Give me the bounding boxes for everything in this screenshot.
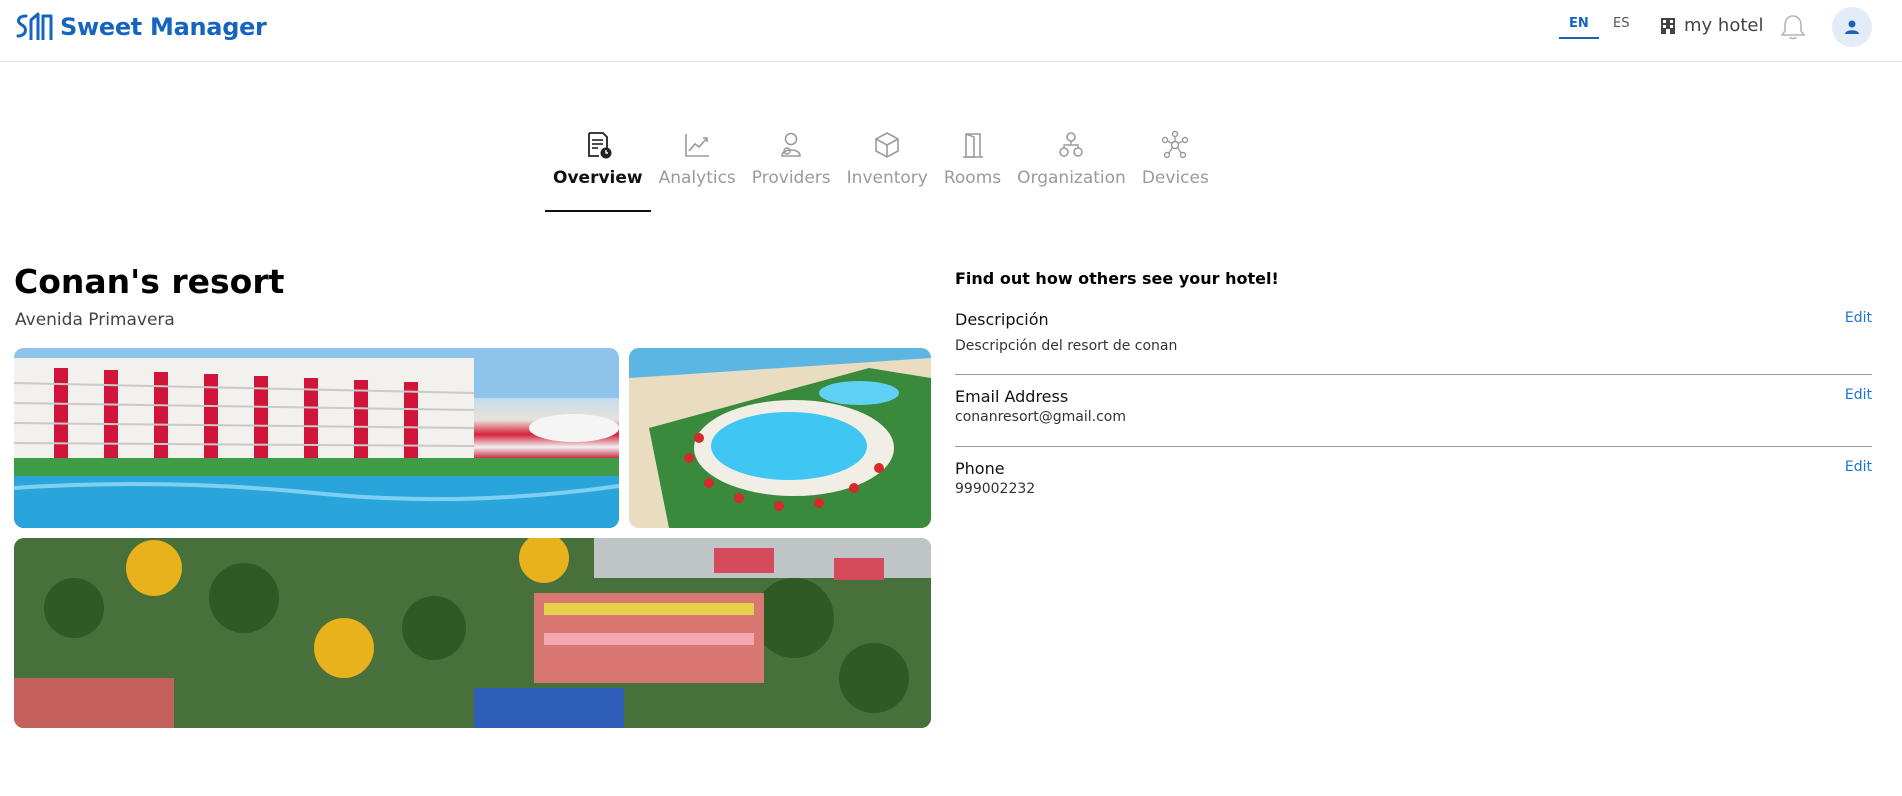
- hotel-address: Avenida Primavera: [15, 310, 175, 330]
- tab-label: Analytics: [658, 168, 736, 188]
- phone-label: Phone: [955, 459, 1005, 478]
- hotel-photo-aerial[interactable]: [14, 538, 931, 728]
- email-row: Email Address conanresort@gmail.com Edit: [955, 387, 1872, 425]
- notifications-button[interactable]: [1780, 13, 1806, 45]
- box-icon: [875, 132, 900, 158]
- network-icon: [1162, 130, 1189, 159]
- hotel-photo-pool[interactable]: [14, 348, 619, 528]
- lang-en-button[interactable]: EN: [1559, 16, 1599, 39]
- tab-label: Providers: [751, 168, 831, 188]
- building-icon: [1661, 17, 1675, 34]
- hotel-selector-label: my hotel: [1684, 15, 1764, 36]
- divider: [955, 374, 1872, 375]
- edit-phone-link[interactable]: Edit: [1845, 459, 1872, 475]
- description-value: Descripción del resort de conan: [955, 338, 1178, 354]
- edit-email-link[interactable]: Edit: [1845, 387, 1872, 403]
- hotel-selector[interactable]: my hotel: [1660, 15, 1763, 36]
- tab-label: Inventory: [846, 168, 928, 188]
- top-header: Sweet Manager EN ES my hotel: [0, 0, 1902, 62]
- user-icon: [1845, 20, 1859, 34]
- hotel-name: Conan's resort: [14, 262, 285, 301]
- description-label: Descripción: [955, 310, 1049, 329]
- tab-analytics[interactable]: Analytics: [651, 122, 744, 212]
- report-clock-icon: [587, 132, 612, 159]
- beach-photo-illustration: [629, 348, 931, 528]
- user-avatar-button[interactable]: [1832, 7, 1872, 47]
- bell-icon: [1780, 15, 1806, 40]
- aerial-photo-illustration: [14, 538, 931, 728]
- email-label: Email Address: [955, 387, 1069, 406]
- divider: [955, 446, 1872, 447]
- tab-label: Overview: [553, 168, 643, 188]
- info-section-title: Find out how others see your hotel!: [955, 269, 1279, 288]
- lang-es-button[interactable]: ES: [1603, 16, 1639, 37]
- hotel-photo-beach[interactable]: [629, 348, 931, 528]
- chart-line-icon: [685, 134, 710, 157]
- phone-value: 999002232: [955, 481, 1036, 497]
- org-chart-icon: [1059, 132, 1084, 157]
- tab-providers[interactable]: Providers: [744, 122, 839, 212]
- tab-label: Rooms: [943, 168, 1002, 188]
- description-row: Descripción Descripción del resort de co…: [955, 310, 1872, 354]
- edit-description-link[interactable]: Edit: [1845, 310, 1872, 326]
- tab-organization[interactable]: Organization: [1009, 122, 1134, 212]
- logo-icon: [16, 12, 53, 40]
- phone-row: Phone 999002232 Edit: [955, 459, 1872, 497]
- tab-overview[interactable]: Overview: [545, 122, 651, 212]
- providers-icon: [781, 132, 802, 157]
- email-value: conanresort@gmail.com: [955, 409, 1126, 425]
- app-logo[interactable]: Sweet Manager: [14, 10, 267, 44]
- tab-label: Devices: [1141, 168, 1209, 188]
- tab-label: Organization: [1017, 168, 1126, 188]
- tab-inventory[interactable]: Inventory: [839, 122, 936, 212]
- door-icon: [962, 133, 983, 158]
- pool-photo-illustration: [14, 348, 619, 528]
- section-tabs: Overview Analytics Providers Inventory R…: [545, 122, 1217, 212]
- tab-devices[interactable]: Devices: [1134, 122, 1217, 212]
- app-name: Sweet Manager: [60, 13, 267, 41]
- tab-rooms[interactable]: Rooms: [936, 122, 1009, 212]
